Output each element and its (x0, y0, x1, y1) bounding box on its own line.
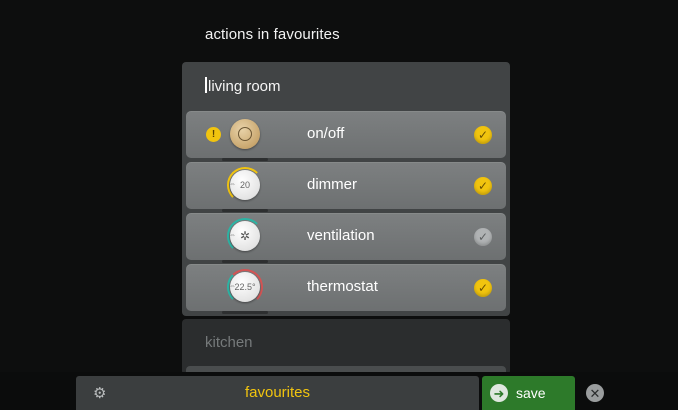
thermostat-value: 22.5° (234, 282, 256, 292)
adjust-arrow-icon: ⇔ (229, 283, 236, 290)
action-row-dimmer[interactable]: ⇔ 20 dimmer ✓ (186, 162, 506, 212)
save-label: save (516, 385, 546, 401)
action-label: dimmer (307, 176, 358, 193)
knob-shadow (222, 158, 268, 161)
power-knob-icon[interactable] (230, 119, 260, 149)
warning-icon: ! (206, 127, 221, 142)
action-label: on/off (307, 125, 345, 142)
knob-shadow (222, 209, 268, 212)
action-row-ventilation[interactable]: ⇔ ✲ ventilation ✓ (186, 213, 506, 263)
knob-shadow (222, 311, 268, 314)
adjust-arrow-icon: ⇔ (229, 181, 236, 188)
fan-knob-icon[interactable]: ⇔ ✲ (229, 221, 260, 251)
knob-shadow (222, 260, 268, 263)
dimmer-value: 20 (239, 180, 250, 190)
room-header-living-room[interactable]: living room (205, 77, 281, 95)
favourite-check-icon[interactable]: ✓ (474, 228, 492, 246)
text-cursor (205, 77, 207, 93)
thermostat-knob-icon[interactable]: ⇔ 22.5° (229, 272, 260, 302)
power-ring-icon (238, 127, 252, 141)
favourites-button[interactable]: ⚙ favourites (76, 376, 479, 410)
adjust-arrow-icon: ⇔ (229, 232, 236, 239)
save-button[interactable]: ➜ save (482, 376, 575, 410)
close-icon[interactable]: ✕ (586, 384, 604, 402)
favourite-check-icon[interactable]: ✓ (474, 279, 492, 297)
arrow-right-icon: ➜ (490, 384, 508, 402)
action-row-on-off[interactable]: ! on/off ✓ (186, 111, 506, 161)
room-header-kitchen[interactable]: kitchen (205, 334, 253, 351)
favourite-check-icon[interactable]: ✓ (474, 126, 492, 144)
fan-icon: ✲ (239, 229, 251, 243)
page-title: actions in favourites (205, 26, 340, 43)
action-label: ventilation (307, 227, 375, 244)
action-label: thermostat (307, 278, 378, 295)
action-row-thermostat[interactable]: ⇔ 22.5° thermostat ✓ (186, 264, 506, 314)
dimmer-knob-icon[interactable]: ⇔ 20 (229, 170, 260, 200)
favourite-check-icon[interactable]: ✓ (474, 177, 492, 195)
favourites-label: favourites (244, 384, 311, 401)
room-label: living room (208, 78, 281, 95)
